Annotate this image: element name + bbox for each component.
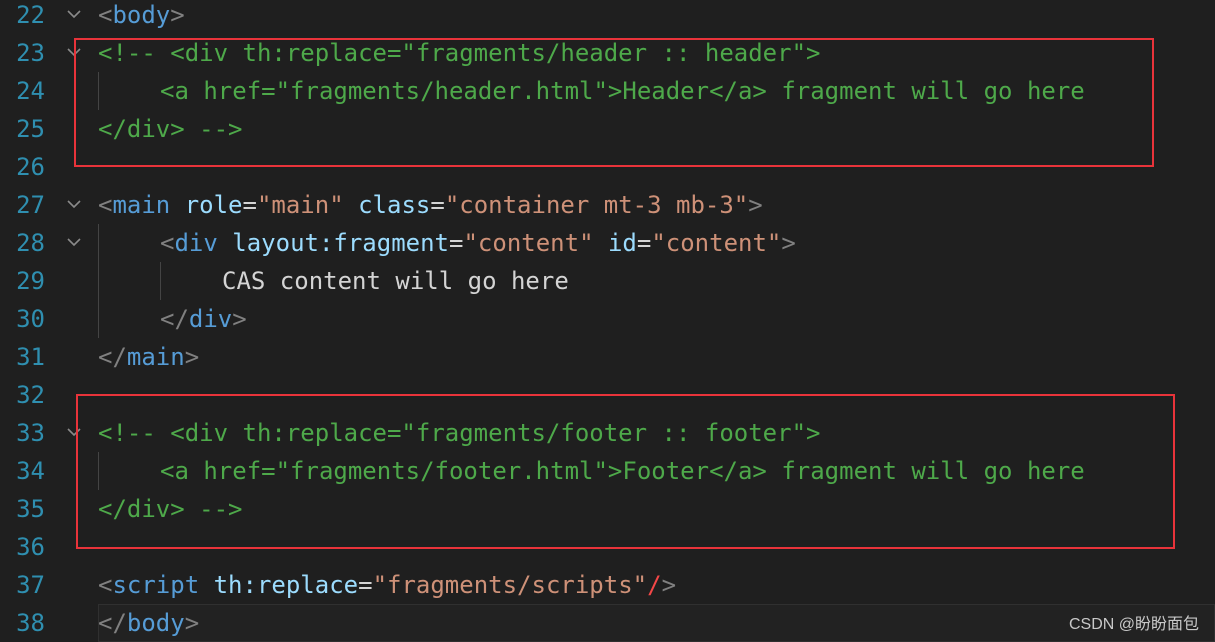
code-token: < bbox=[98, 1, 113, 29]
code-token: = bbox=[358, 571, 373, 599]
code-token: < bbox=[98, 571, 113, 599]
code-text: </body> bbox=[98, 604, 199, 642]
code-token: div bbox=[188, 305, 233, 333]
code-line[interactable]: 38 </body> bbox=[0, 604, 1215, 642]
watermark: CSDN @盼盼面包 bbox=[1068, 616, 1199, 633]
code-token: body bbox=[126, 609, 185, 637]
line-number: 29 bbox=[16, 267, 45, 295]
code-token: > bbox=[170, 1, 185, 29]
code-token: "content" bbox=[651, 229, 782, 257]
code-token: = bbox=[242, 191, 257, 219]
header-comment-highlight-box bbox=[74, 38, 1154, 167]
code-token: role bbox=[184, 191, 243, 219]
code-token: id bbox=[607, 229, 637, 257]
code-token: / bbox=[647, 571, 662, 599]
code-text: </div> bbox=[160, 300, 247, 338]
line-number: 35 bbox=[16, 495, 45, 523]
indent-guide bbox=[98, 224, 99, 262]
line-number: 25 bbox=[16, 115, 45, 143]
code-token: > bbox=[661, 571, 677, 599]
code-line[interactable]: 27 <main role="main" class="container mt-… bbox=[0, 186, 1215, 224]
code-token: > bbox=[748, 191, 763, 219]
line-number: 38 bbox=[16, 609, 45, 637]
code-line[interactable]: 37 <script th:replace="fragments/scripts"… bbox=[0, 566, 1215, 604]
code-token: </ bbox=[98, 343, 127, 371]
code-text: <div layout:fragment="content" id="conte… bbox=[160, 224, 796, 262]
indent-guide bbox=[160, 262, 161, 300]
fold-chevron-down-icon[interactable] bbox=[62, 224, 86, 262]
current-line-highlight bbox=[98, 604, 1215, 642]
line-number: 22 bbox=[16, 1, 45, 29]
code-token: div bbox=[174, 229, 218, 257]
code-text: <main role="main" class="container mt-3 … bbox=[98, 186, 763, 224]
code-token: layout:fragment bbox=[232, 229, 450, 257]
code-token: > bbox=[781, 229, 796, 257]
indent-guide bbox=[98, 300, 99, 338]
line-number: 28 bbox=[16, 229, 45, 257]
fold-chevron-down-icon[interactable] bbox=[62, 186, 86, 224]
line-number: 36 bbox=[16, 533, 45, 561]
code-text: <body> bbox=[98, 0, 185, 34]
code-token: script bbox=[112, 571, 200, 599]
code-token: "main" bbox=[256, 191, 344, 219]
code-text: CAS content will go here bbox=[222, 262, 569, 300]
line-number: 31 bbox=[16, 343, 45, 371]
code-token: > bbox=[184, 343, 200, 371]
footer-comment-highlight-box bbox=[76, 394, 1175, 549]
fold-chevron-down-icon[interactable] bbox=[62, 0, 86, 34]
code-token: CAS content will go here bbox=[222, 267, 569, 295]
code-text: </main> bbox=[98, 338, 199, 376]
code-line[interactable]: 28 <div layout:fragment="content" id="con… bbox=[0, 224, 1215, 262]
code-token: class bbox=[358, 191, 431, 219]
line-number: 33 bbox=[16, 419, 45, 447]
line-number: 34 bbox=[16, 457, 45, 485]
code-token: th:replace bbox=[213, 571, 359, 599]
code-token: > bbox=[232, 305, 247, 333]
line-number: 26 bbox=[16, 153, 45, 181]
code-token: < bbox=[160, 229, 175, 257]
code-line[interactable]: 31 </main> bbox=[0, 338, 1215, 376]
code-token: "content" bbox=[463, 229, 594, 257]
code-token: < bbox=[98, 191, 113, 219]
code-token: body bbox=[112, 1, 171, 29]
code-token: </ bbox=[160, 305, 189, 333]
code-line[interactable]: 22 <body> bbox=[0, 0, 1215, 34]
code-line[interactable]: 29 CAS content will go here bbox=[0, 262, 1215, 300]
indent-guide bbox=[98, 262, 99, 300]
line-number: 27 bbox=[16, 191, 45, 219]
code-text: <script th:replace="fragments/scripts"/> bbox=[98, 566, 676, 604]
line-number: 37 bbox=[16, 571, 45, 599]
code-token: = bbox=[449, 229, 464, 257]
line-number: 24 bbox=[16, 77, 45, 105]
code-token: </ bbox=[98, 609, 127, 637]
line-number: 30 bbox=[16, 305, 45, 333]
code-token: = bbox=[636, 229, 652, 257]
code-token: > bbox=[184, 609, 200, 637]
line-number: 23 bbox=[16, 39, 45, 67]
code-token: main bbox=[112, 191, 171, 219]
code-line[interactable]: 30 </div> bbox=[0, 300, 1215, 338]
code-token: main bbox=[126, 343, 185, 371]
code-token: = bbox=[430, 191, 445, 219]
code-token: "fragments/scripts" bbox=[372, 571, 648, 599]
code-token: "container mt-3 mb-3" bbox=[444, 191, 749, 219]
line-number: 32 bbox=[16, 381, 45, 409]
